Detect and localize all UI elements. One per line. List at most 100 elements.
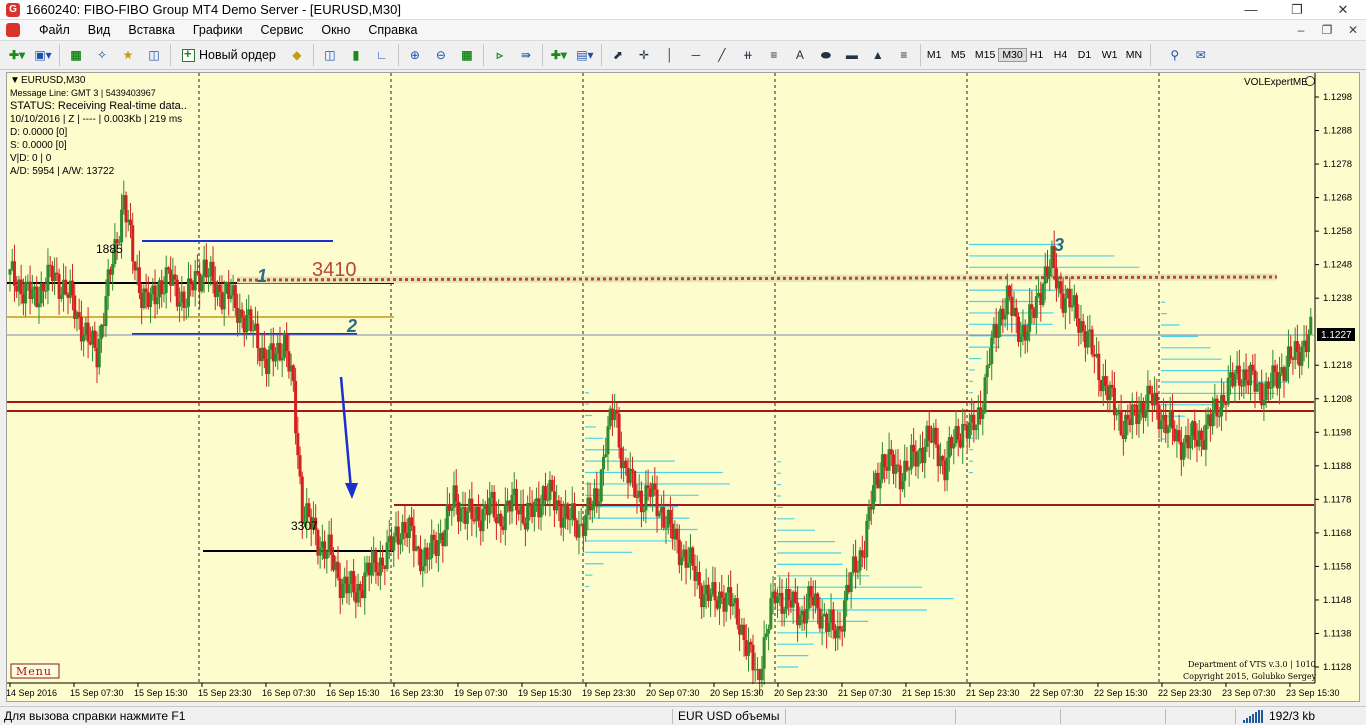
candle-bull: [1204, 424, 1208, 450]
candle-bull: [798, 615, 802, 626]
vertical-line-icon[interactable]: │: [659, 44, 681, 66]
rectangle-icon[interactable]: ▬: [841, 44, 863, 66]
candle-bull: [37, 303, 41, 308]
menu-tools[interactable]: Сервис: [252, 23, 313, 37]
candle-bull: [1217, 416, 1221, 418]
candle-bull: [597, 501, 601, 504]
candle-bull: [990, 337, 994, 365]
templates-icon[interactable]: ▤▾: [574, 44, 596, 66]
label-1885: 1885: [96, 242, 123, 256]
label-3307: 3307: [291, 519, 318, 533]
timeframe-m15[interactable]: M15: [972, 49, 998, 61]
triangle-icon[interactable]: ▲: [867, 44, 889, 66]
ellipse-icon[interactable]: ⬬: [815, 44, 837, 66]
timeframe-m5[interactable]: M5: [948, 49, 972, 61]
timeframe-mn[interactable]: MN: [1123, 49, 1147, 61]
credit-line-2: Copyright 2015, Golubko Sergey: [1183, 672, 1317, 681]
channel-icon[interactable]: ⧺: [737, 44, 759, 66]
time-tick-label: 19 Sep 07:30: [454, 688, 508, 698]
timeframe-d1[interactable]: D1: [1075, 49, 1099, 61]
favorites-icon[interactable]: ★: [117, 44, 139, 66]
timeframe-h1[interactable]: H1: [1027, 49, 1051, 61]
candle-bear: [691, 547, 695, 566]
candle-bull: [606, 426, 610, 455]
candle-bear: [294, 381, 298, 434]
trendline-icon[interactable]: ╱: [711, 44, 733, 66]
maximize-icon[interactable]: ❐: [1274, 0, 1320, 20]
candle-bear: [336, 561, 340, 579]
chart-shift-icon[interactable]: ▹: [489, 44, 511, 66]
horizontal-line-icon[interactable]: ─: [685, 44, 707, 66]
terminal-icon[interactable]: ◫: [143, 44, 165, 66]
chart-window-icon[interactable]: [6, 23, 20, 37]
menu-help[interactable]: Справка: [359, 23, 426, 37]
zoom-in-icon[interactable]: ⊕: [404, 44, 426, 66]
chat-icon[interactable]: ✉: [1190, 44, 1212, 66]
child-minimize-icon[interactable]: –: [1288, 23, 1314, 37]
candle-bear: [1110, 384, 1114, 388]
fibo-icon[interactable]: ≡: [763, 44, 785, 66]
timeframe-m30[interactable]: M30: [998, 48, 1027, 62]
line-chart-icon[interactable]: ∟: [371, 44, 393, 66]
menu-file[interactable]: Файл: [30, 23, 79, 37]
candle-bull: [1137, 413, 1141, 425]
navigator-icon[interactable]: ✧: [91, 44, 113, 66]
fibo-fan-icon[interactable]: ≡: [893, 44, 915, 66]
candlestick-icon[interactable]: ▮: [345, 44, 367, 66]
search-icon[interactable]: ⚲: [1164, 44, 1186, 66]
child-restore-icon[interactable]: ❐: [1314, 23, 1340, 37]
bar-chart-icon[interactable]: ◫: [319, 44, 341, 66]
candle-bear: [1090, 329, 1094, 355]
chart-window[interactable]: 1885 3410 3307 1 2 3 ▼ EURUSD,M30 Messag…: [6, 72, 1360, 702]
zoom-out-icon[interactable]: ⊖: [430, 44, 452, 66]
new-order-button[interactable]: Новый ордер: [176, 44, 282, 66]
timeframe-h4[interactable]: H4: [1051, 49, 1075, 61]
candle-bear: [195, 271, 199, 274]
text-tool-icon[interactable]: A: [789, 44, 811, 66]
candle-bear: [55, 272, 59, 275]
profiles-icon[interactable]: ▣▾: [32, 44, 54, 66]
candle-bear: [662, 507, 666, 528]
candlesticks: [8, 180, 1313, 695]
candle-bull: [1284, 366, 1288, 381]
close-icon[interactable]: ✕: [1320, 0, 1366, 20]
candle-bear: [1059, 281, 1063, 294]
child-close-icon[interactable]: ✕: [1340, 23, 1366, 37]
candle-bull: [985, 365, 989, 378]
price-chart[interactable]: 1885 3410 3307 1 2 3 ▼ EURUSD,M30 Messag…: [7, 73, 1359, 701]
menu-insert[interactable]: Вставка: [119, 23, 183, 37]
info-line: A/D: 5954 | A/W: 13722: [10, 166, 115, 177]
candle-bear: [566, 503, 570, 520]
cursor-icon[interactable]: ⬈: [607, 44, 629, 66]
candle-bear: [941, 456, 945, 461]
timeframe-w1[interactable]: W1: [1099, 49, 1123, 61]
crosshair-icon[interactable]: ✛: [633, 44, 655, 66]
status-profile-name[interactable]: EUR USD объемы: [678, 709, 780, 723]
status-divider: [1165, 709, 1166, 724]
time-tick-label: 15 Sep 07:30: [70, 688, 124, 698]
candle-bull: [436, 540, 440, 557]
connection-bars-icon[interactable]: [1243, 710, 1265, 723]
candle-bear: [1126, 414, 1130, 420]
market-watch-icon[interactable]: ▦: [65, 44, 87, 66]
tile-windows-icon[interactable]: ▦: [456, 44, 478, 66]
indicators-icon[interactable]: ✚▾: [548, 44, 570, 66]
candle-bear: [12, 261, 16, 286]
menu-button[interactable]: Menu: [16, 665, 52, 678]
candle-bull: [967, 422, 971, 439]
candle-bear: [470, 498, 474, 520]
menu-window[interactable]: Окно: [312, 23, 359, 37]
new-chart-icon[interactable]: ✚▾: [6, 44, 28, 66]
price-tick-label: 1.1158: [1323, 561, 1351, 572]
label-3410: 3410: [312, 259, 357, 281]
menu-charts[interactable]: Графики: [184, 23, 252, 37]
candle-bull: [1048, 267, 1052, 277]
candle-bear: [499, 513, 503, 527]
candle-bull: [1233, 373, 1237, 387]
auto-trading-icon[interactable]: ◆: [286, 44, 308, 66]
autoscroll-icon[interactable]: ⇛: [515, 44, 537, 66]
minimize-icon[interactable]: —: [1228, 0, 1274, 20]
candle-bear: [896, 464, 900, 466]
timeframe-m1[interactable]: M1: [924, 49, 948, 61]
menu-view[interactable]: Вид: [79, 23, 120, 37]
